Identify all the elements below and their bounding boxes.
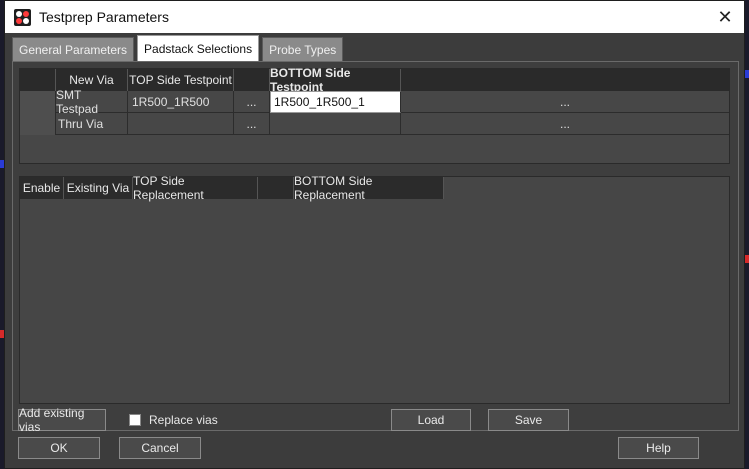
- replace-vias-label: Replace vias: [149, 413, 218, 427]
- add-existing-vias-button[interactable]: Add existing vias: [18, 406, 106, 434]
- row-header[interactable]: [20, 113, 56, 135]
- bottom-testpoint-input[interactable]: 1R500_1R500_1: [270, 91, 401, 113]
- replace-vias-checkbox[interactable]: [129, 414, 141, 426]
- row-header[interactable]: [20, 91, 56, 113]
- top-browse-button[interactable]: ...: [234, 91, 270, 113]
- table-header: New Via TOP Side Testpoint BOTTOM Side T…: [20, 66, 729, 94]
- top-browse-button[interactable]: ...: [234, 113, 270, 135]
- window-title: Testprep Parameters: [39, 9, 169, 25]
- column-header-enable: Enable: [20, 177, 64, 199]
- column-header-bottom-replacement: BOTTOM Side Replacement: [294, 174, 444, 202]
- tab-bar: General Parameters Padstack Selections P…: [12, 35, 344, 61]
- column-header-existing-via: Existing Via: [64, 177, 133, 199]
- app-icon: [14, 8, 31, 26]
- help-button[interactable]: Help: [618, 437, 699, 459]
- tab-probe-types[interactable]: Probe Types: [262, 37, 344, 61]
- cancel-button[interactable]: Cancel: [119, 437, 201, 459]
- top-testpoint-cell[interactable]: [128, 113, 234, 135]
- background-mark: [745, 70, 749, 78]
- padstack-selections-panel: New Via TOP Side Testpoint BOTTOM Side T…: [12, 61, 739, 431]
- bottom-browse-button[interactable]: ...: [401, 91, 729, 113]
- close-icon[interactable]: ✕: [712, 5, 738, 29]
- new-via-table: New Via TOP Side Testpoint BOTTOM Side T…: [19, 66, 730, 164]
- new-via-cell: SMT Testpad: [56, 88, 128, 116]
- column-header-top-replacement: TOP Side Replacement: [133, 174, 258, 202]
- column-header-bottom-testpoint: BOTTOM Side Testpoint: [270, 66, 401, 94]
- tab-general-parameters[interactable]: General Parameters: [12, 37, 135, 61]
- bottom-browse-button[interactable]: ...: [401, 113, 729, 135]
- title-bar: Testprep Parameters ✕: [5, 1, 744, 33]
- column-header-bottom-browse: [401, 69, 729, 91]
- ok-button[interactable]: OK: [18, 437, 100, 459]
- column-header-top-testpoint: TOP Side Testpoint: [128, 69, 234, 91]
- top-testpoint-cell[interactable]: 1R500_1R500: [128, 91, 234, 113]
- replace-vias-option: Replace vias: [129, 413, 218, 427]
- column-header-top-replacement-browse: [258, 177, 294, 199]
- background-mark: [745, 255, 749, 263]
- table-row: SMT Testpad 1R500_1R500 ... 1R500_1R500_…: [20, 88, 729, 116]
- testprep-parameters-dialog: Testprep Parameters ✕ General Parameters…: [4, 0, 745, 469]
- load-button[interactable]: Load: [391, 409, 471, 431]
- replacement-table: Enable Existing Via TOP Side Replacement…: [19, 174, 730, 404]
- column-header-top-browse: [234, 69, 270, 91]
- table-header: Enable Existing Via TOP Side Replacement…: [20, 174, 729, 202]
- new-via-cell: Thru Via: [56, 113, 128, 135]
- tab-padstack-selections[interactable]: Padstack Selections: [137, 35, 260, 61]
- table-row: Thru Via ... ...: [20, 113, 729, 135]
- row-header-corner: [20, 69, 56, 91]
- save-button[interactable]: Save: [488, 409, 569, 431]
- bottom-testpoint-cell[interactable]: [270, 113, 401, 135]
